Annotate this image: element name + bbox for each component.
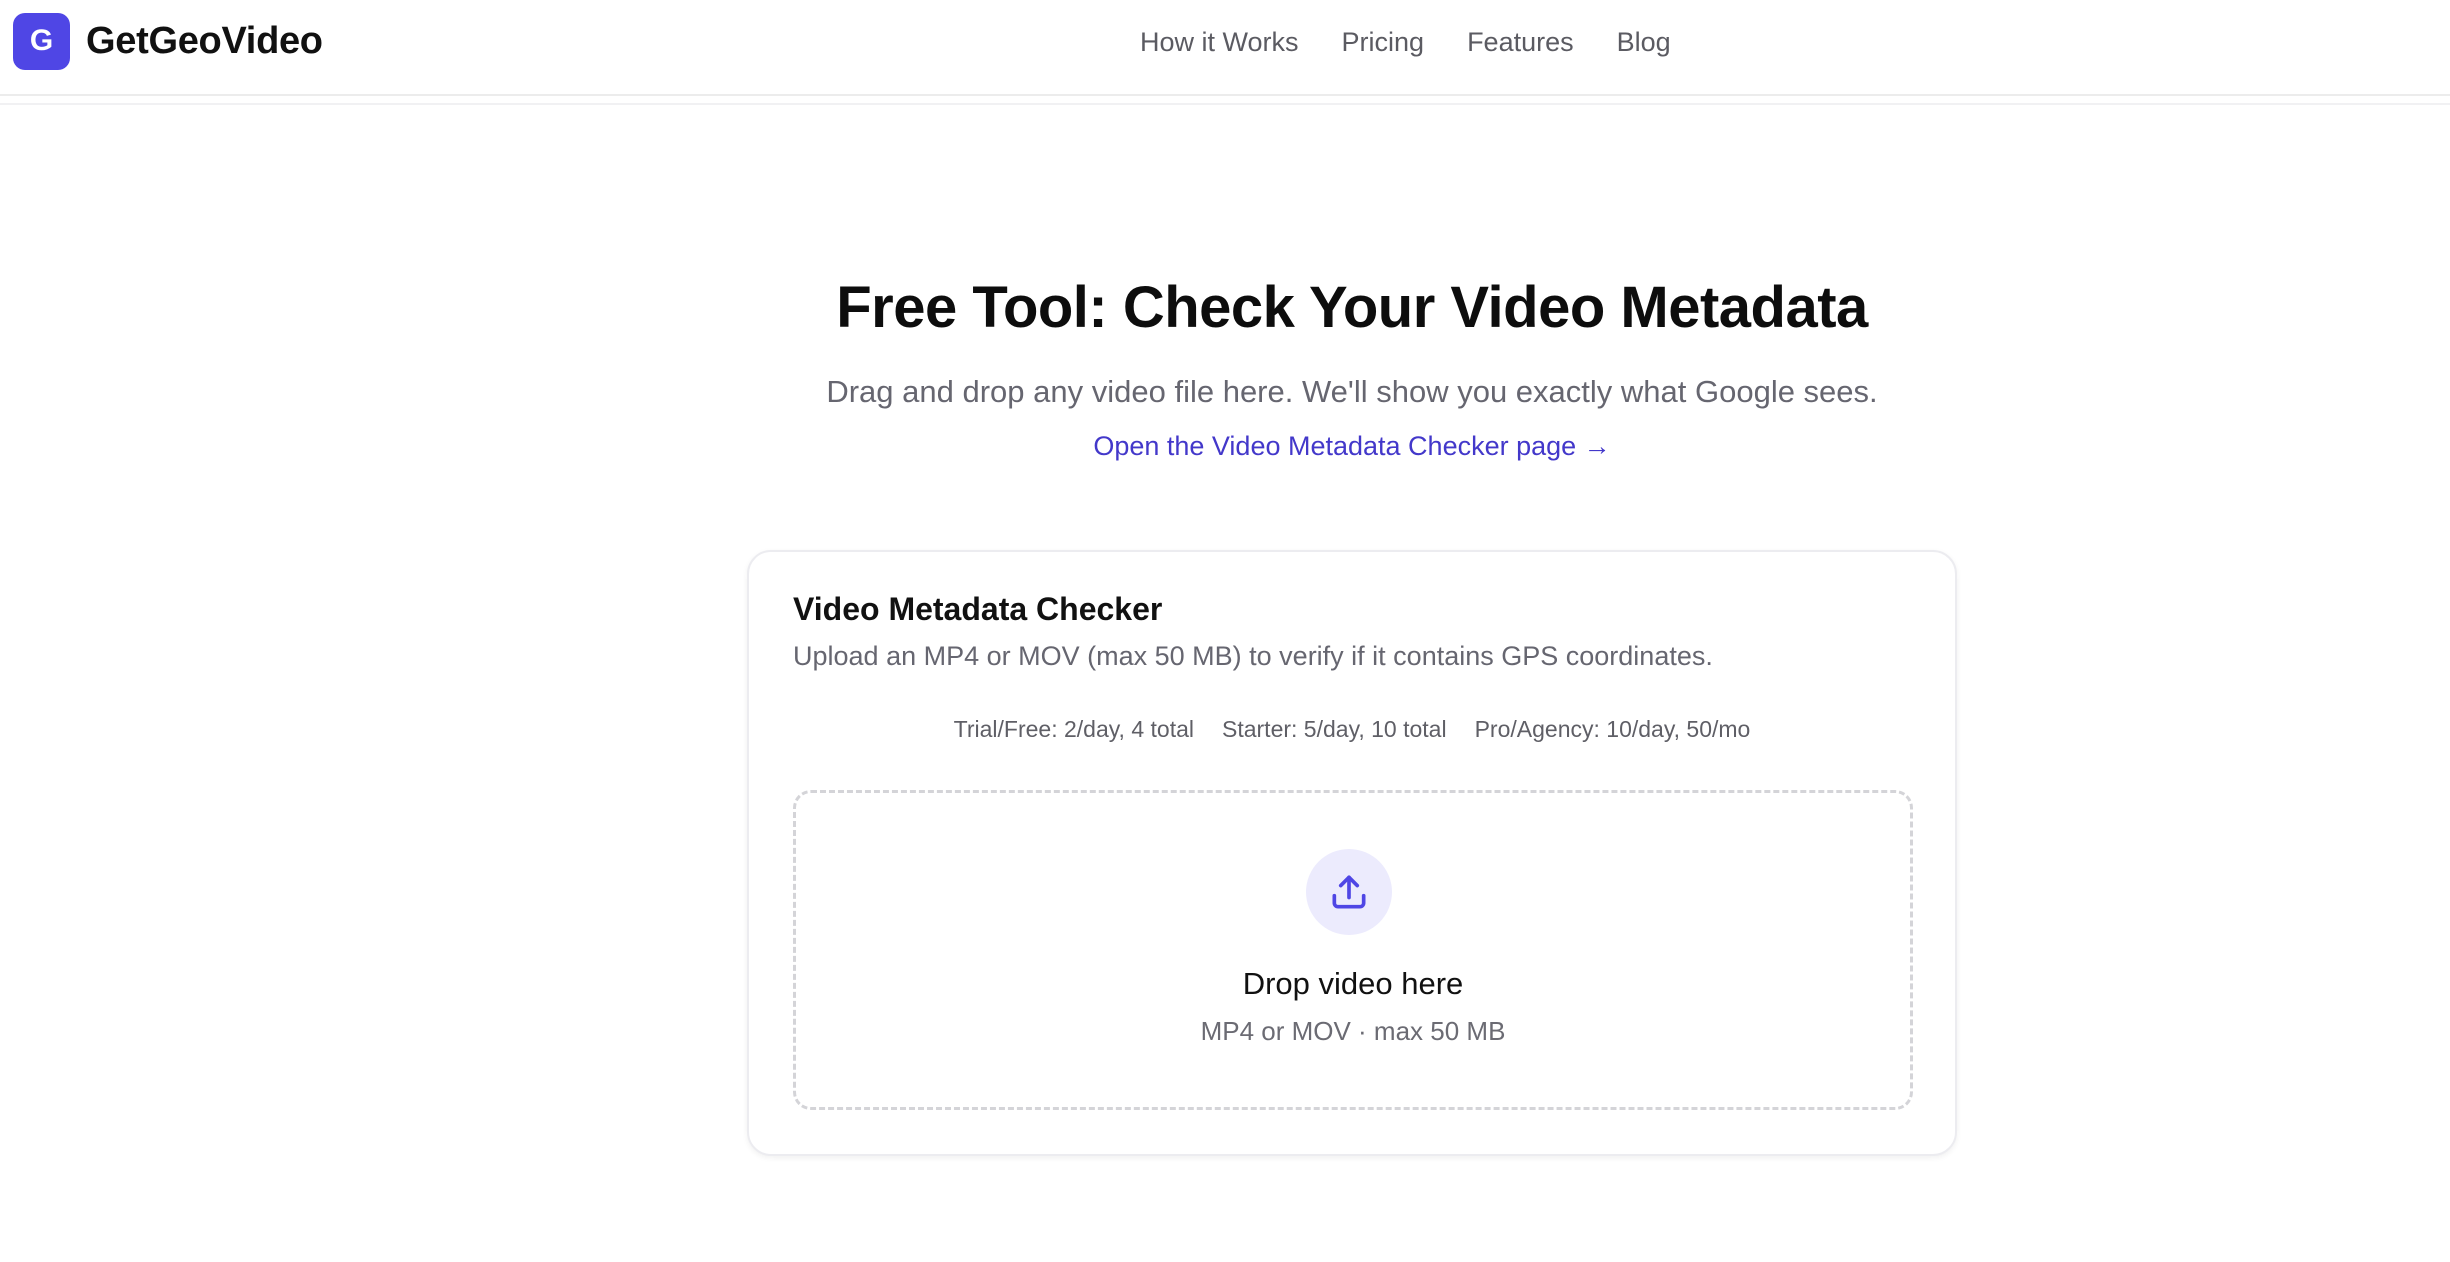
quota-pro: Pro/Agency: 10/day, 50/mo <box>1474 716 1751 742</box>
nav-link-how-it-works[interactable]: How it Works <box>1140 22 1299 62</box>
card-title: Video Metadata Checker <box>793 591 1163 627</box>
usage-limits: Trial/Free: 2/day, 4 total Starter: 5/da… <box>749 713 1955 745</box>
main-nav: How it Works Pricing Features Blog <box>1140 22 1714 62</box>
header-divider <box>0 103 2450 105</box>
brand[interactable]: G GetGeoVideo <box>13 12 323 70</box>
dropzone-hint: MP4 or MOV · max 50 MB <box>1200 1016 1506 1046</box>
brand-name[interactable]: GetGeoVideo <box>86 20 323 63</box>
nav-link-features[interactable]: Features <box>1467 22 1574 62</box>
dropzone-title: Drop video here <box>1242 966 1464 1001</box>
quota-trial: Trial/Free: 2/day, 4 total <box>953 716 1194 742</box>
nav-link-pricing[interactable]: Pricing <box>1342 22 1425 62</box>
page-title: Free Tool: Check Your Video Metadata <box>836 275 1868 340</box>
upload-icon[interactable] <box>1306 849 1392 935</box>
page-subtitle: Drag and drop any video file here. We'll… <box>826 374 1878 409</box>
metadata-checker-card: Video Metadata Checker Upload an MP4 or … <box>747 550 1957 1156</box>
checker-page-link-row: Open the Video Metadata Checker page → <box>0 426 2450 466</box>
checker-page-link[interactable]: Open the Video Metadata Checker page → <box>1093 431 1610 461</box>
nav-link-blog[interactable]: Blog <box>1617 22 1671 62</box>
site-header: G GetGeoVideo How it Works Pricing Featu… <box>0 0 2450 96</box>
card-description: Upload an MP4 or MOV (max 50 MB) to veri… <box>793 641 1713 671</box>
quota-starter: Starter: 5/day, 10 total <box>1222 716 1447 742</box>
video-dropzone[interactable]: Drop video here MP4 or MOV · max 50 MB <box>793 790 1913 1110</box>
logo-icon[interactable]: G <box>13 12 70 70</box>
